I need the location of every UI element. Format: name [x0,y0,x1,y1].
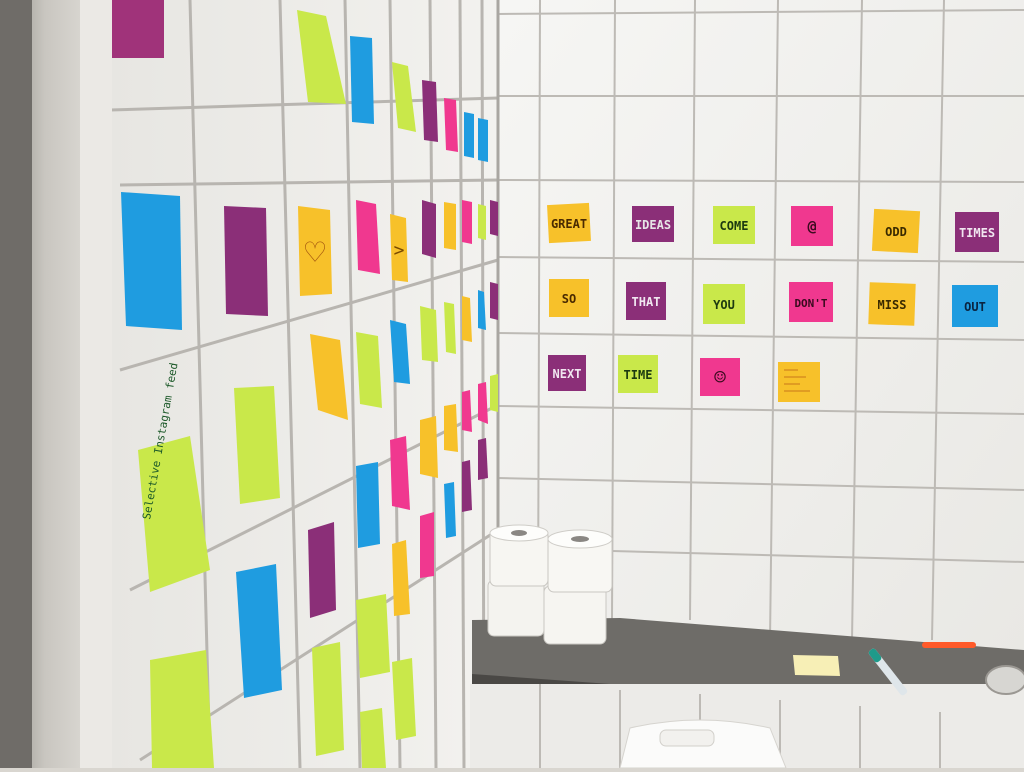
toilet-paper-stack [487,524,613,645]
arrow-note-text: > [394,240,405,261]
word-row2-4: DON'T [794,297,827,310]
word-row3-2: TIME [624,368,653,382]
scene-drawing: GREAT IDEAS COME @ ODD TIMES SO THAT YOU… [0,0,1024,769]
word-row3-3: ☺ [714,365,726,389]
word-row2-6: OUT [964,300,986,314]
note-on-shelf [793,655,840,676]
word-row2-2: THAT [632,295,661,309]
word-row3-1: NEXT [553,367,582,381]
word-row1-2: IDEAS [635,218,671,232]
word-row2-1: SO [562,292,576,306]
word-row1-5: ODD [885,225,907,239]
word-row2-3: YOU [713,298,735,312]
word-row1-1: GREAT [551,217,587,231]
word-row2-5: MISS [878,298,907,312]
orange-marker [922,642,976,648]
word-row1-4: @ [807,217,816,235]
glass-cup [985,665,1024,695]
heart-note-text: ♡ [305,233,326,273]
restroom-scene: GREAT IDEAS COME @ ODD TIMES SO THAT YOU… [0,0,1024,769]
word-row1-6: TIMES [959,226,995,240]
word-row1-3: COME [720,219,749,233]
